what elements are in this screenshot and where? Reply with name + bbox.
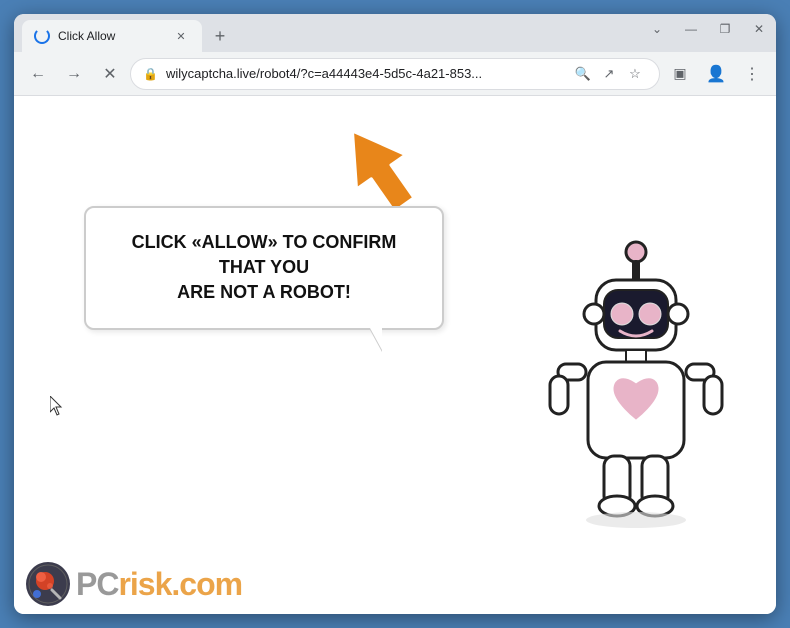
- lock-icon: 🔒: [143, 67, 158, 81]
- share-icon: ↗: [604, 66, 615, 82]
- page-content: CLICK «ALLOW» TO CONFIRM THAT YOU ARE NO…: [14, 96, 776, 614]
- sidebar-toggle-button[interactable]: ▣: [664, 58, 696, 90]
- tab-spinner: [34, 28, 50, 44]
- address-bar-actions: 🔍 ↗ ☆: [571, 62, 647, 86]
- search-button[interactable]: 🔍: [571, 62, 595, 86]
- pcrisk-brand-text: PCrisk.com: [76, 566, 242, 603]
- pcrisk-watermark: PCrisk.com: [26, 562, 242, 606]
- robot-illustration: [536, 234, 736, 554]
- address-bar[interactable]: 🔒 wilycaptcha.live/robot4/?c=a44443e4-5d…: [130, 58, 660, 90]
- bookmark-button[interactable]: ☆: [623, 62, 647, 86]
- window-controls: ⌄ — ❐ ✕: [648, 20, 768, 38]
- back-icon: ←: [30, 65, 46, 83]
- nav-bar: ← → ✕ 🔒 wilycaptcha.live/robot4/?c=a4444…: [14, 52, 776, 96]
- address-text: wilycaptcha.live/robot4/?c=a44443e4-5d5c…: [166, 66, 563, 81]
- tab-close-button[interactable]: ✕: [172, 27, 190, 45]
- forward-button[interactable]: →: [58, 58, 90, 90]
- close-button[interactable]: ✕: [750, 20, 768, 38]
- forward-icon: →: [66, 65, 82, 83]
- minimize-button[interactable]: —: [682, 20, 700, 38]
- pcrisk-logo: [26, 562, 70, 606]
- profile-icon: 👤: [706, 64, 726, 84]
- reload-button[interactable]: ✕: [94, 58, 126, 90]
- tab-title: Click Allow: [58, 29, 164, 43]
- speech-bubble: CLICK «ALLOW» TO CONFIRM THAT YOU ARE NO…: [84, 206, 444, 330]
- active-tab[interactable]: Click Allow ✕: [22, 20, 202, 52]
- star-icon: ☆: [629, 66, 641, 82]
- search-icon: 🔍: [575, 66, 591, 82]
- pcrisk-logo-svg: [28, 564, 68, 604]
- sidebar-icon: ▣: [673, 65, 686, 82]
- bubble-text: CLICK «ALLOW» TO CONFIRM THAT YOU ARE NO…: [114, 230, 414, 306]
- menu-icon: ⋮: [744, 64, 760, 84]
- chevron-down-icon[interactable]: ⌄: [648, 20, 666, 38]
- mouse-cursor: [50, 396, 62, 414]
- robot-svg: [536, 234, 736, 564]
- maximize-button[interactable]: ❐: [716, 20, 734, 38]
- menu-button[interactable]: ⋮: [736, 58, 768, 90]
- back-button[interactable]: ←: [22, 58, 54, 90]
- browser-window: Click Allow ✕ + ⌄ — ❐ ✕ ← → ✕ 🔒 wilycapt…: [14, 14, 776, 614]
- reload-icon: ✕: [103, 64, 116, 84]
- share-button[interactable]: ↗: [597, 62, 621, 86]
- profile-button[interactable]: 👤: [700, 58, 732, 90]
- tab-area: Click Allow ✕ +: [22, 14, 234, 52]
- new-tab-button[interactable]: +: [206, 22, 234, 50]
- title-bar: Click Allow ✕ + ⌄ — ❐ ✕: [14, 14, 776, 52]
